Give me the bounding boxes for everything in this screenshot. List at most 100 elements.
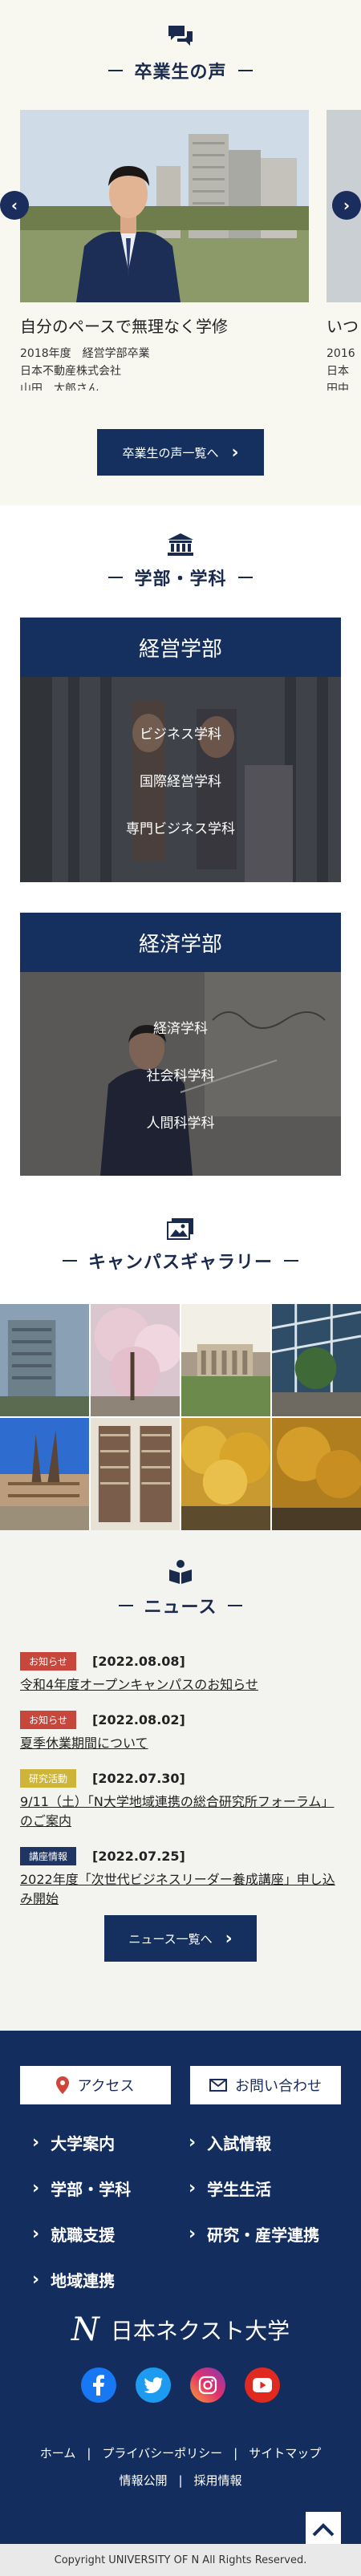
footer: アクセス お問い合わせ › 大学案内 › 入試情報 › 学部・学科 › 学生生活 › 就職… <box>0 2031 361 2576</box>
access-label: アクセス <box>77 2078 135 2095</box>
faculty-card-management[interactable]: 経営学部 ビジネス学科 国際経営学科 専門ビジネス学科 <box>20 618 341 882</box>
news-category-badge: 研究活動 <box>20 1769 76 1788</box>
graduates-title: 卒業生の声 <box>0 58 361 83</box>
social-links <box>0 2367 361 2403</box>
news-category-badge: お知らせ <box>20 1711 76 1729</box>
chevron-right-icon: › <box>32 2270 40 2290</box>
footer-links: ホーム | プライバシーポリシー | サイトマップ 情報公開 | 採用情報 <box>39 2446 322 2488</box>
faculty-name[interactable]: 経営学部 <box>20 618 341 677</box>
footer-nav-item[interactable]: › 研究・産学連携 <box>189 2222 345 2246</box>
footer-nav-item[interactable]: › 大学案内 <box>32 2131 189 2154</box>
news-title-link[interactable]: 9/11（土）「N大学地域連携の総合研究所フォーラム」のご案内 <box>20 1792 341 1831</box>
contact-button[interactable]: お問い合わせ <box>190 2066 341 2104</box>
chevron-left-icon: ‹ <box>10 196 18 215</box>
news-list-label: ニュース一覧へ <box>128 1931 213 1946</box>
department-link[interactable]: 人間科学科 <box>147 1112 215 1132</box>
faculty-card-economics[interactable]: 経済学部 経済学科 社会科学科 人間科学科 <box>20 913 341 1176</box>
footer-link-recruit[interactable]: 採用情報 <box>194 2473 242 2488</box>
twitter-icon[interactable] <box>136 2367 171 2403</box>
graduate-company-next: 日本 <box>327 365 349 378</box>
chevron-right-icon: › <box>343 196 351 215</box>
graduate-name-next: 田中 <box>327 383 349 391</box>
department-link[interactable]: 社会科学科 <box>147 1064 215 1084</box>
graduates-carousel[interactable]: 自分のペースで無理なく学修 2018年度 経営学部卒業 日本不動産株式会社 山田… <box>0 110 361 391</box>
graduates-header: 卒業生の声 <box>0 24 361 83</box>
chevron-right-icon: › <box>189 2132 197 2153</box>
news-item[interactable]: 講座情報 [2022.07.25] 2022年度「次世代ビジネスリーダー養成講座… <box>20 1847 341 1909</box>
news-item[interactable]: お知らせ [2022.08.02] 夏季休業期間について <box>20 1711 341 1753</box>
gallery-section: キャンパスギャラリー <box>0 1209 361 1530</box>
facebook-icon[interactable] <box>81 2367 116 2403</box>
department-link[interactable]: ビジネス学科 <box>140 723 221 743</box>
faculty-photo: ビジネス学科 国際経営学科 専門ビジネス学科 <box>20 677 341 882</box>
footer-nav-item[interactable]: › 学生生活 <box>189 2177 345 2200</box>
graduate-slide-next[interactable]: いつ 2016 日本 田中 <box>327 110 361 391</box>
chevron-right-icon: › <box>225 1928 233 1949</box>
logo-mark: N <box>71 2311 99 2348</box>
news-title-link[interactable]: 2022年度「次世代ビジネスリーダー養成講座」申し込み開始 <box>20 1870 341 1909</box>
building-icon <box>168 533 193 556</box>
news-date: [2022.08.02] <box>92 1712 185 1727</box>
chevron-right-icon: › <box>189 2224 197 2244</box>
footer-nav-item[interactable]: › 学部・学科 <box>32 2177 189 2200</box>
gallery-photo[interactable] <box>272 1304 361 1416</box>
gallery-photo[interactable] <box>0 1418 89 1530</box>
faculties-section: 学部・学科 経営学部 ビジネス学科 国際経営学科 専門ビジネス学科 経済学部 経… <box>0 505 361 1209</box>
department-link[interactable]: 専門ビジネス学科 <box>126 817 235 837</box>
footer-nav: › 大学案内 › 入試情報 › 学部・学科 › 学生生活 › 就職支援 › 研究・産学連携 … <box>32 2131 345 2291</box>
gallery-title: キャンパスギャラリー <box>0 1248 361 1274</box>
news-title-link[interactable]: 令和4年度オープンキャンパスのお知らせ <box>20 1675 341 1695</box>
graduates-section: 卒業生の声 自分のペースで無理なく学修 2018年度 経営学部卒業 日本不動産株… <box>0 0 361 505</box>
news-date: [2022.07.25] <box>92 1849 185 1864</box>
footer-link-disclosure[interactable]: 情報公開 <box>119 2473 167 2488</box>
instagram-icon[interactable] <box>190 2367 225 2403</box>
graduate-slide[interactable]: 自分のペースで無理なく学修 2018年度 経営学部卒業 日本不動産株式会社 山田… <box>20 110 309 391</box>
chat-bubbles-icon <box>168 26 193 46</box>
graduate-year: 2018年度 経営学部卒業 <box>20 347 150 360</box>
faculty-name[interactable]: 経済学部 <box>20 913 341 972</box>
carousel-next-button[interactable]: › <box>332 191 361 220</box>
footer-link-sitemap[interactable]: サイトマップ <box>249 2446 321 2461</box>
department-link[interactable]: 国際経営学科 <box>140 770 221 790</box>
news-date: [2022.07.30] <box>92 1771 185 1786</box>
graduates-list-button[interactable]: 卒業生の声一覧へ › <box>97 429 264 476</box>
news-category-badge: 講座情報 <box>20 1847 76 1865</box>
department-links: ビジネス学科 国際経営学科 専門ビジネス学科 <box>20 677 341 882</box>
graduate-year-next: 2016 <box>327 347 355 360</box>
access-button[interactable]: アクセス <box>20 2066 171 2104</box>
graduate-name: 山田 太郎さん <box>20 383 99 391</box>
footer-nav-item[interactable]: › 就職支援 <box>32 2222 189 2246</box>
graduate-meta-next: 2016 日本 田中 <box>327 345 361 391</box>
news-category-badge: お知らせ <box>20 1652 76 1671</box>
chevron-right-icon: › <box>32 2224 40 2244</box>
mail-icon <box>209 2079 227 2092</box>
news-title: ニュース <box>0 1593 361 1618</box>
footer-link-home[interactable]: ホーム <box>40 2446 76 2461</box>
graduate-photo <box>20 110 309 302</box>
footer-nav-item[interactable]: › 入試情報 <box>189 2131 345 2154</box>
news-header: ニュース <box>0 1559 361 1618</box>
university-logo[interactable]: N 日本ネクスト大学 <box>0 2311 361 2348</box>
department-link[interactable]: 経済学科 <box>153 1017 208 1037</box>
news-item[interactable]: お知らせ [2022.08.08] 令和4年度オープンキャンパスのお知らせ <box>20 1652 341 1695</box>
graduate-caption: 自分のペースで無理なく学修 <box>20 317 228 336</box>
chevron-right-icon: › <box>32 2178 40 2198</box>
carousel-prev-button[interactable]: ‹ <box>0 191 29 220</box>
chevron-right-icon: › <box>189 2178 197 2198</box>
gallery-photo[interactable] <box>91 1418 180 1530</box>
footer-nav-item[interactable]: › 地域連携 <box>32 2268 189 2291</box>
gallery-photo[interactable] <box>181 1304 270 1416</box>
university-name: 日本ネクスト大学 <box>110 2318 290 2344</box>
gallery-photo[interactable] <box>91 1304 180 1416</box>
gallery-photo[interactable] <box>0 1304 89 1416</box>
youtube-icon[interactable] <box>245 2367 280 2403</box>
gallery-photo[interactable] <box>272 1418 361 1530</box>
graduate-company: 日本不動産株式会社 <box>20 365 121 378</box>
news-list-button[interactable]: ニュース一覧へ › <box>104 1915 257 1962</box>
footer-link-privacy[interactable]: プライバシーポリシー <box>102 2446 222 2461</box>
gallery-header: キャンパスギャラリー <box>0 1217 361 1274</box>
gallery-photo[interactable] <box>181 1418 270 1530</box>
department-links: 経済学科 社会科学科 人間科学科 <box>20 972 341 1176</box>
news-title-link[interactable]: 夏季休業期間について <box>20 1734 341 1753</box>
news-item[interactable]: 研究活動 [2022.07.30] 9/11（土）「N大学地域連携の総合研究所フ… <box>20 1769 341 1831</box>
